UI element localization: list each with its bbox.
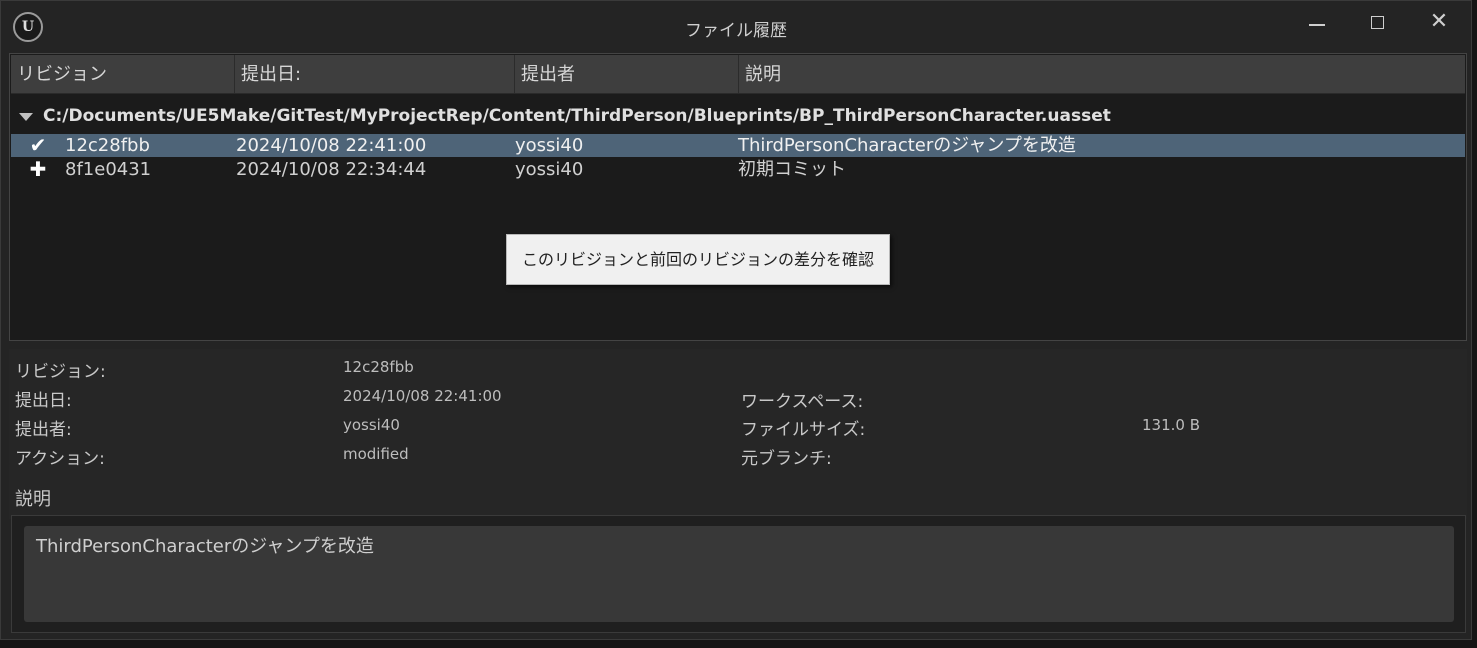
column-revision[interactable]: リビジョン xyxy=(11,55,234,93)
checkmark-icon: ✔ xyxy=(29,133,47,157)
row-date: 2024/10/08 22:34:44 xyxy=(236,159,427,180)
filesize-value: 131.0 B xyxy=(1142,416,1201,434)
minimize-icon xyxy=(1309,24,1325,26)
revision-row[interactable]: ✔ 12c28fbb 2024/10/08 22:41:00 yossi40 T… xyxy=(11,134,1465,157)
date-value: 2024/10/08 22:41:00 xyxy=(343,387,502,405)
row-date: 2024/10/08 22:41:00 xyxy=(236,135,427,156)
column-date[interactable]: 提出日: xyxy=(234,55,514,93)
row-user: yossi40 xyxy=(515,135,584,156)
file-group-row[interactable]: C:/Documents/UE5Make/GitTest/MyProjectRe… xyxy=(11,99,1465,133)
row-description: 初期コミット xyxy=(738,159,846,180)
action-value: modified xyxy=(343,445,409,463)
window-title: ファイル履歴 xyxy=(685,21,787,41)
revision-row[interactable]: ✚ 8f1e0431 2024/10/08 22:34:44 yossi40 初… xyxy=(11,158,1465,181)
expand-triangle-icon[interactable] xyxy=(19,113,33,121)
date-label: 提出日: xyxy=(15,391,72,411)
maximize-icon xyxy=(1371,16,1384,29)
workspace-label: ワークスペース: xyxy=(741,392,864,412)
minimize-button[interactable] xyxy=(1297,11,1337,37)
revision-value: 12c28fbb xyxy=(343,358,414,376)
revision-label: リビジョン: xyxy=(15,362,106,382)
column-description[interactable]: 説明 xyxy=(738,55,1465,93)
row-user: yossi40 xyxy=(515,159,584,180)
title-bar[interactable]: U ファイル履歴 ✕ xyxy=(1,1,1471,53)
action-label: アクション: xyxy=(15,449,105,469)
filesize-label: ファイルサイズ: xyxy=(741,420,866,440)
column-user[interactable]: 提出者 xyxy=(514,55,738,93)
diff-against-previous-menu-item[interactable]: このリビジョンと前回のリビジョンの差分を確認 xyxy=(506,234,890,285)
column-header: リビジョン 提出日: 提出者 説明 xyxy=(11,55,1465,94)
revision-details: リビジョン: 12c28fbb 提出日: 2024/10/08 22:41:00… xyxy=(9,349,1467,519)
user-label: 提出者: xyxy=(15,420,72,440)
file-history-window: U ファイル履歴 ✕ リビジョン 提出日: 提出者 説明 C:/Document… xyxy=(0,0,1472,640)
description-box: ThirdPersonCharacterのジャンプを改造 xyxy=(11,515,1466,633)
description-label: 説明 xyxy=(15,489,51,510)
user-value: yossi40 xyxy=(343,416,400,434)
maximize-button[interactable] xyxy=(1358,11,1398,37)
close-icon: ✕ xyxy=(1429,9,1449,34)
row-revision: 12c28fbb xyxy=(65,135,150,156)
description-text[interactable]: ThirdPersonCharacterのジャンプを改造 xyxy=(24,526,1454,622)
row-description: ThirdPersonCharacterのジャンプを改造 xyxy=(738,135,1076,156)
plus-icon: ✚ xyxy=(29,157,47,181)
file-path: C:/Documents/UE5Make/GitTest/MyProjectRe… xyxy=(43,106,1111,126)
row-revision: 8f1e0431 xyxy=(65,159,152,180)
revision-list[interactable]: リビジョン 提出日: 提出者 説明 C:/Documents/UE5Make/G… xyxy=(9,53,1467,341)
close-button[interactable]: ✕ xyxy=(1419,11,1459,37)
branch-label: 元ブランチ: xyxy=(741,449,832,469)
